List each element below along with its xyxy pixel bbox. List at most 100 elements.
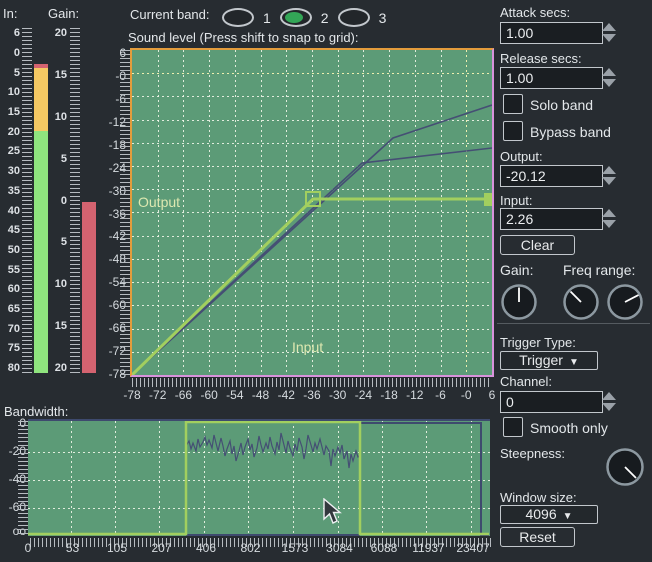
bandwidth-plot[interactable] [28,419,490,536]
freq-range-label: Freq range: [563,262,635,278]
gain-scale-tick: 20 [46,27,67,39]
output-label: Output: [500,149,543,164]
bypass-band-checkbox[interactable] [503,121,523,141]
band-radio-label: 3 [379,10,387,26]
bandwidth-curves [28,421,490,536]
sound-level-plot[interactable]: Output Input [130,48,494,377]
in-scale-tick: 40 [0,205,20,217]
in-scale-tick: 65 [0,303,20,315]
attack-field[interactable]: 1.00 [500,22,603,44]
in-scale-tick: 50 [0,244,20,256]
release-field[interactable]: 1.00 [500,67,603,89]
trigger-type-value: Trigger [519,352,563,368]
channel-label: Channel: [500,374,552,389]
window-size-label: Window size: [500,490,577,505]
freq-low-knob[interactable] [562,283,600,321]
channel-spinner[interactable] [601,391,617,411]
solo-band-checkbox[interactable] [503,94,523,114]
output-axis-label: Output [138,194,180,210]
window-size-dropdown[interactable]: 4096 ▼ [500,505,598,524]
trigger-type-dropdown[interactable]: Trigger ▼ [500,351,598,370]
bandwidth-x-tick: 23407 [451,541,495,555]
release-label: Release secs: [500,51,582,66]
in-meter-ruler [22,28,32,375]
bandwidth-x-tick: 6088 [362,541,406,555]
clear-button[interactable]: Clear [500,235,575,255]
window-size-value: 4096 [525,506,556,522]
gain-scale-tick: 15 [46,69,67,81]
main-plot-curves [132,50,492,375]
mouse-cursor [323,498,343,526]
freq-high-knob[interactable] [606,283,644,321]
input-value: 2.26 [506,211,533,227]
bandwidth-x-tick: 105 [95,541,139,555]
in-scale-tick: 6 [0,27,20,39]
in-scale-tick: 15 [0,106,20,118]
in-scale-tick: 35 [0,185,20,197]
output-field[interactable]: -20.12 [500,165,603,187]
dropdown-arrow-icon: ▼ [569,357,579,368]
gain-meter-scale: 201510505101520 [46,0,67,400]
in-scale-tick: 25 [0,145,20,157]
bandwidth-x-tick: 0 [6,541,50,555]
in-scale-tick: 5 [0,67,20,79]
gain-meter-ruler [70,28,80,375]
channel-field[interactable]: 0 [500,391,603,413]
gain-scale-tick: 10 [46,278,67,290]
radio-selected-dot [285,12,303,23]
output-spinner[interactable] [601,165,617,185]
input-spinner[interactable] [601,208,617,228]
band-radio-group: 123 [222,8,386,27]
panel-separator [497,323,650,324]
in-scale-tick: 80 [0,362,20,374]
input-label: Input: [500,193,533,208]
release-value: 1.00 [506,70,533,86]
in-scale-tick: 45 [0,224,20,236]
solo-band-label: Solo band [530,97,593,113]
steepness-knob[interactable] [605,447,645,487]
gain-scale-tick: 20 [46,362,67,374]
in-scale-tick: 70 [0,323,20,335]
input-field[interactable]: 2.26 [500,208,603,230]
dropdown-arrow-icon: ▼ [563,511,573,522]
gain-knob[interactable] [500,283,538,321]
trigger-type-label: Trigger Type: [500,335,576,350]
smooth-only-label: Smooth only [530,420,608,436]
band-radio-2[interactable] [280,8,312,27]
bypass-band-label: Bypass band [530,124,611,140]
bandwidth-y-ruler [18,421,28,535]
in-scale-tick: 10 [0,86,20,98]
in-scale-tick: 0 [0,47,20,59]
main-plot-y-ruler [120,50,130,375]
gain-scale-tick: 10 [46,111,67,123]
reset-button[interactable]: Reset [500,527,575,547]
spectrum-trace [186,433,360,468]
in-scale-tick: 55 [0,264,20,276]
attack-value: 1.00 [506,25,533,41]
sound-level-title: Sound level (Press shift to snap to grid… [128,30,359,45]
end-handle [484,193,492,206]
smooth-only-checkbox[interactable] [503,417,523,437]
release-spinner[interactable] [601,67,617,87]
current-band-label: Current band: [130,7,210,22]
input-axis-label: Input [292,339,323,355]
bandwidth-x-tick: 802 [229,541,273,555]
gain-knob-label: Gain: [500,262,533,278]
in-scale-tick: 30 [0,165,20,177]
gain-scale-tick: 0 [46,195,67,207]
bandwidth-x-tick: 11937 [407,541,451,555]
in-scale-tick: 20 [0,126,20,138]
gain-scale-tick: 5 [46,236,67,248]
bandwidth-x-tick: 3084 [318,541,362,555]
attack-label: Attack secs: [500,5,570,20]
attack-spinner[interactable] [601,22,617,42]
band-radio-1[interactable] [222,8,254,27]
band-radio-label: 2 [321,10,329,26]
plugin-window: In: Gain: 605101520253035404550556065707… [0,0,652,562]
bandwidth-x-tick: 53 [51,541,95,555]
gain-scale-tick: 5 [46,153,67,165]
main-plot-x-ruler [132,378,492,387]
bandwidth-x-tick: 207 [140,541,184,555]
band-radio-3[interactable] [338,8,370,27]
in-scale-tick: 60 [0,283,20,295]
